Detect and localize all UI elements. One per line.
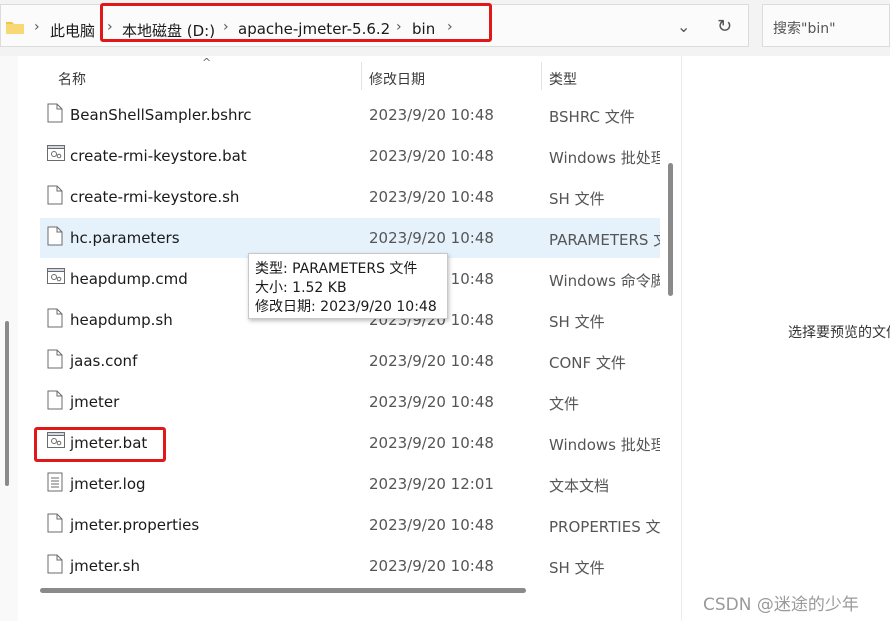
chevron-down-icon[interactable]: ⌄ <box>677 17 690 36</box>
file-name[interactable]: create-rmi-keystore.bat <box>70 147 247 165</box>
tooltip-size: 大小: 1.52 KB <box>255 280 347 296</box>
file-row[interactable]: jaas.conf 2023/9/20 10:48 CONF 文件 <box>40 341 660 381</box>
file-type: CONF 文件 <box>549 354 626 372</box>
file-row[interactable]: create-rmi-keystore.bat 2023/9/20 10:48 Wi… <box>40 136 660 176</box>
file-row[interactable]: jmeter.sh 2023/9/20 10:48 SH 文件 <box>40 546 660 586</box>
watermark: CSDN @迷途的少年 <box>703 595 859 615</box>
file-icon <box>47 513 63 533</box>
file-name[interactable]: jmeter.sh <box>70 557 140 575</box>
preview-message: 选择要预览的文件 <box>788 325 890 341</box>
vertical-scrollbar[interactable] <box>668 163 673 296</box>
refresh-icon[interactable]: ↻ <box>717 16 732 37</box>
file-modified-date: 2023/9/20 10:48 <box>369 516 494 534</box>
file-type: BSHRC 文件 <box>549 108 635 126</box>
file-type: Windows 批处理 <box>549 149 660 167</box>
preview-pane: 选择要预览的文件 <box>681 56 890 621</box>
file-row[interactable]: jmeter 2023/9/20 10:48 文件 <box>40 382 660 422</box>
file-icon <box>47 349 63 369</box>
file-row[interactable]: jmeter.log 2023/9/20 12:01 文本文档 <box>40 464 660 504</box>
file-type: 文本文档 <box>549 477 610 495</box>
column-header-modified[interactable]: 修改日期 <box>369 69 425 89</box>
file-modified-date: 2023/9/20 12:01 <box>369 475 494 493</box>
text-file-icon <box>47 472 63 492</box>
tooltip-type: 类型: PARAMETERS 文件 <box>255 261 418 277</box>
file-icon <box>47 554 63 574</box>
batch-file-icon <box>47 267 65 287</box>
file-name[interactable]: heapdump.cmd <box>70 270 188 288</box>
file-modified-date: 2023/9/20 10:48 <box>369 557 494 575</box>
file-icon <box>47 308 63 328</box>
file-icon <box>47 103 63 123</box>
file-type: SH 文件 <box>549 190 605 208</box>
file-modified-date: 2023/9/20 10:48 <box>369 106 494 124</box>
search-placeholder: 搜索"bin" <box>773 21 836 37</box>
navigation-scrollbar[interactable] <box>5 321 9 486</box>
file-name[interactable]: create-rmi-keystore.sh <box>70 188 239 206</box>
folder-icon <box>6 22 24 34</box>
file-type: PARAMETERS 文 <box>549 231 660 249</box>
file-icon <box>47 185 63 205</box>
file-row[interactable]: jmeter.properties 2023/9/20 10:48 PROPERTI… <box>40 505 660 545</box>
column-divider[interactable] <box>361 62 362 90</box>
chevron-right-icon: › <box>34 19 40 35</box>
tooltip-modified: 修改日期: 2023/9/20 10:48 <box>255 299 437 315</box>
file-name[interactable]: jmeter.log <box>70 475 146 493</box>
file-type: SH 文件 <box>549 313 605 331</box>
column-header-name[interactable]: 名称 <box>58 69 86 89</box>
file-name[interactable]: BeanShellSampler.bshrc <box>70 106 252 124</box>
file-tooltip: 类型: PARAMETERS 文件 大小: 1.52 KB 修改日期: 2023… <box>248 253 448 319</box>
file-type: Windows 批处理 <box>549 436 660 454</box>
file-modified-date: 2023/9/20 10:48 <box>369 188 494 206</box>
file-list: ^ 名称 修改日期 类型 BeanShellSampler.bshrc 2023/… <box>18 56 681 601</box>
annotation-highlight-path <box>100 3 492 42</box>
file-modified-date: 2023/9/20 10:48 <box>369 434 494 452</box>
file-modified-date: 2023/9/20 10:48 <box>369 147 494 165</box>
search-input[interactable]: 搜索"bin" <box>762 4 890 47</box>
column-divider[interactable] <box>541 62 542 90</box>
file-name[interactable]: heapdump.sh <box>70 311 173 329</box>
batch-file-icon <box>47 144 65 164</box>
file-modified-date: 2023/9/20 10:48 <box>369 352 494 370</box>
file-modified-date: 2023/9/20 10:48 <box>369 393 494 411</box>
file-type: SH 文件 <box>549 559 605 577</box>
sort-ascending-icon: ^ <box>202 56 212 69</box>
file-type: Windows 命令脚 <box>549 272 660 290</box>
file-row[interactable]: hc.parameters 2023/9/20 10:48 PARAMETERS 文 <box>40 218 660 258</box>
file-row[interactable]: BeanShellSampler.bshrc 2023/9/20 10:48 BSH… <box>40 95 660 135</box>
file-modified-date: 2023/9/20 10:48 <box>369 229 494 247</box>
file-name[interactable]: jaas.conf <box>70 352 137 370</box>
breadcrumb-this-pc[interactable]: 此电脑 <box>50 20 95 41</box>
file-icon <box>47 390 63 410</box>
annotation-highlight-jmeter-bat <box>34 427 166 462</box>
file-name[interactable]: jmeter.properties <box>70 516 199 534</box>
file-type: 文件 <box>549 395 580 413</box>
file-row[interactable]: create-rmi-keystore.sh 2023/9/20 10:48 SH … <box>40 177 660 217</box>
file-name[interactable]: hc.parameters <box>70 229 180 247</box>
column-header-type[interactable]: 类型 <box>549 69 577 89</box>
file-type: PROPERTIES 文件 <box>549 518 660 536</box>
file-icon <box>47 226 63 246</box>
navigation-pane <box>0 56 18 621</box>
file-name[interactable]: jmeter <box>70 393 119 411</box>
horizontal-scrollbar[interactable] <box>40 588 526 593</box>
address-bar-area: › 此电脑 › 本地磁盘 (D:) › apache-jmeter-5.6.2 … <box>0 0 890 56</box>
